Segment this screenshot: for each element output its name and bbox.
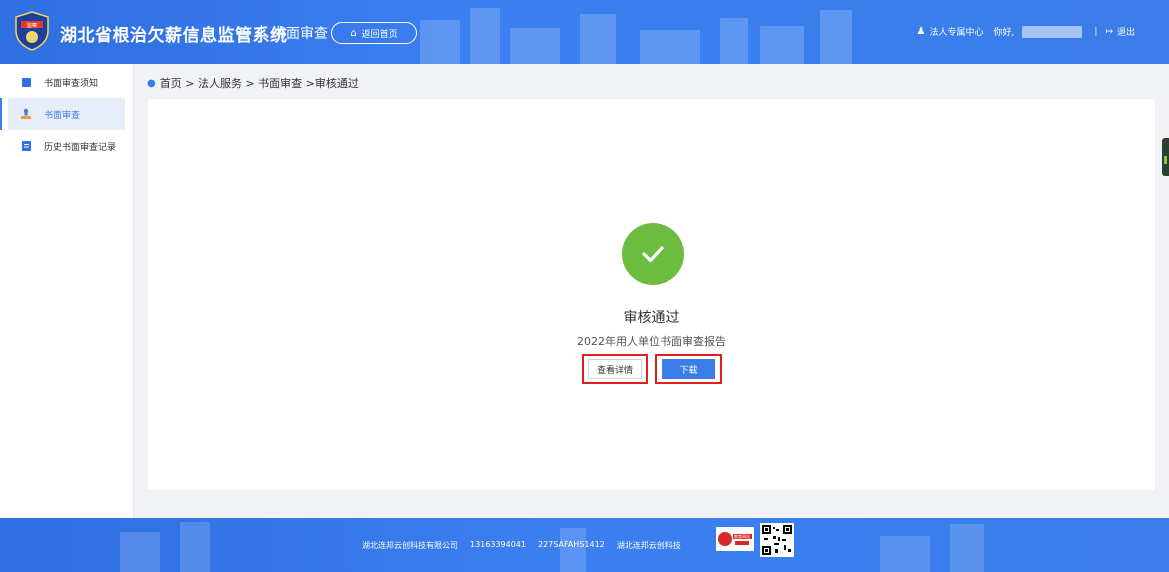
- location-pin-icon: ●: [147, 77, 156, 89]
- stamp-icon: [20, 108, 32, 120]
- footer-phone: 13163394041: [470, 540, 526, 549]
- result-title: 审核通过: [623, 310, 680, 326]
- footer-company: 湖北连邦云创科技有限公司: [362, 541, 458, 550]
- logout-link[interactable]: 退出: [1117, 25, 1135, 38]
- footer-brand: 湖北连邦云创科技: [616, 541, 681, 550]
- username-redacted: [1022, 25, 1083, 38]
- user-center-link[interactable]: 法人专属中心: [930, 25, 984, 38]
- result-card: 审核通过 2022年用人单位书面审查报告 查看详情 下载: [147, 98, 1156, 491]
- breadcrumb: ● 首页 > 法人服务 > 书面审查 >审核通过: [147, 75, 359, 91]
- sidebar-item-review-notice[interactable]: 书面审查须知: [0, 66, 133, 98]
- return-home-label: 返回首页: [361, 29, 398, 40]
- user-area: ♟ 法人专属中心 你好, | ↦ 退出: [917, 25, 1135, 38]
- sidebar-item-history-records[interactable]: 历史书面审查记录: [0, 130, 133, 162]
- greeting-text: 你好,: [993, 28, 1015, 38]
- police-badge-logo: 监察: [15, 11, 49, 51]
- download-button[interactable]: 下载: [662, 359, 715, 379]
- sidebar-item-written-review[interactable]: 书面审查: [0, 98, 125, 130]
- report-name: 2022年用人单位书面审查报告: [577, 335, 726, 348]
- footer: 湖北连邦云创科技有限公司 13163394041 227SAFAHS1412 湖…: [0, 518, 1169, 572]
- download-button-highlight: 下载: [655, 354, 722, 384]
- home-icon: ⌂: [350, 27, 357, 39]
- breadcrumb-text: 首页 > 法人服务 > 书面审查 >审核通过: [159, 77, 359, 90]
- sidebar-item-label: 书面审查须知: [44, 78, 99, 89]
- top-header: 监察 湖北省根治欠薪信息监管系统 | 书面审查 ⌂ 返回首页 ♟ 法人专属中心 …: [0, 0, 1169, 64]
- section-title: 书面审查: [272, 26, 328, 42]
- book-icon: [20, 76, 32, 88]
- detail-button-highlight: 查看详情: [582, 354, 648, 384]
- svg-text:监察: 监察: [27, 22, 37, 29]
- footer-info: 湖北连邦云创科技有限公司 13163394041 227SAFAHS1412 湖…: [362, 540, 681, 551]
- floating-side-widget[interactable]: [1162, 138, 1169, 176]
- sidebar-item-label: 历史书面审查记录: [44, 142, 117, 153]
- title-separator: |: [259, 24, 264, 40]
- user-separator: |: [1094, 26, 1098, 37]
- return-home-button[interactable]: ⌂ 返回首页: [331, 22, 417, 44]
- footer-code: 227SAFAHS1412: [538, 540, 605, 549]
- logout-icon[interactable]: ↦: [1105, 27, 1113, 37]
- svg-text:教育网站: 教育网站: [734, 533, 750, 539]
- view-details-button[interactable]: 查看详情: [588, 359, 642, 379]
- sidebar: 书面审查须知 书面审查 历史书面审查记录: [0, 64, 134, 518]
- sidebar-item-label: 书面审查: [44, 110, 81, 121]
- system-title: 湖北省根治欠薪信息监管系统: [60, 26, 288, 46]
- qr-code: [760, 523, 794, 557]
- success-check-icon: [622, 223, 684, 285]
- document-icon: [20, 140, 32, 152]
- user-group-icon: ♟: [916, 26, 926, 37]
- education-site-badge-icon[interactable]: 教育网站: [716, 527, 754, 551]
